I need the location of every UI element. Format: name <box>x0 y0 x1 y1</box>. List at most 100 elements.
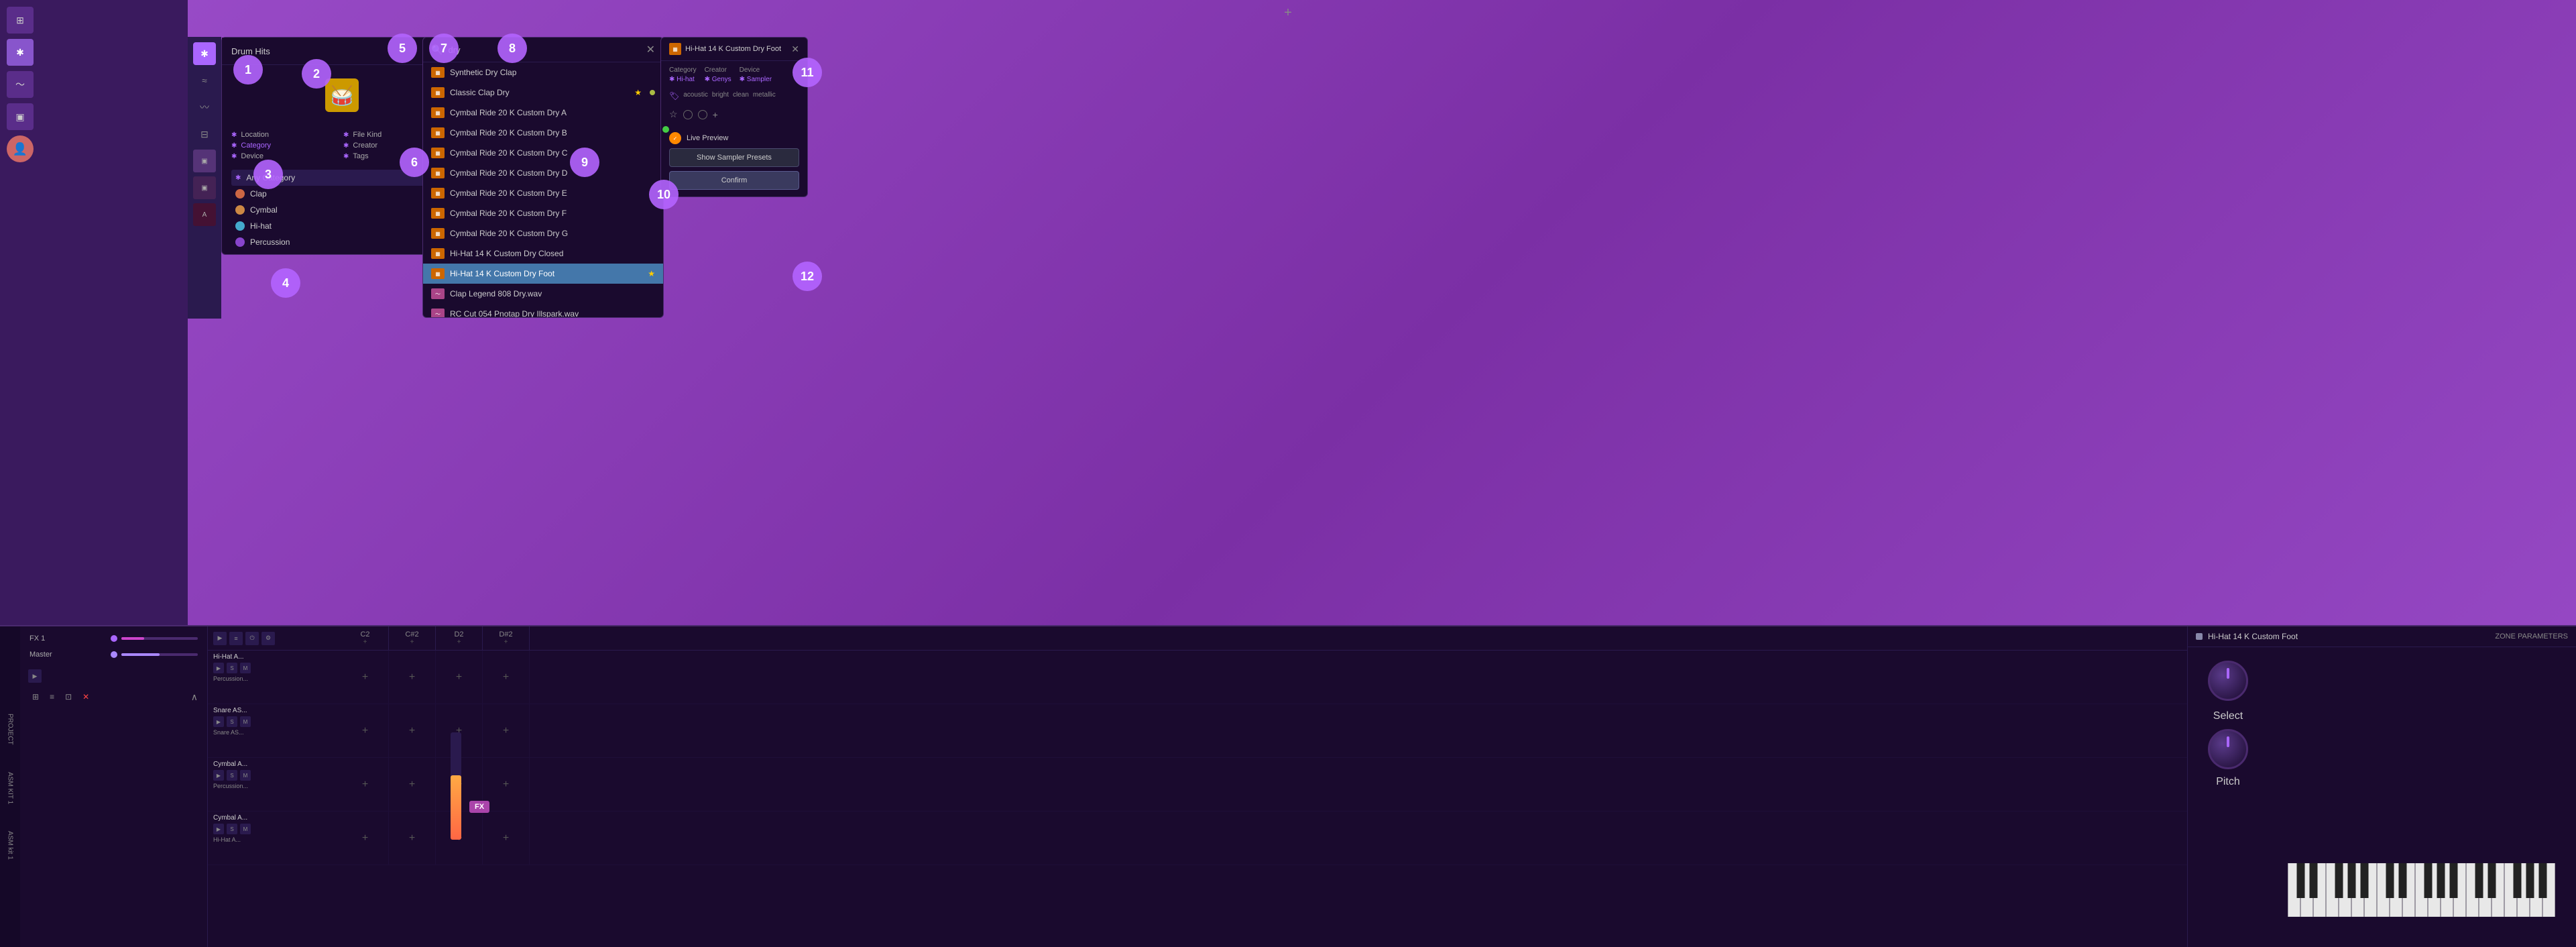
result-item-9[interactable]: ▦ Hi-Hat 14 K Custom Dry Closed <box>423 243 663 264</box>
track-controls-1: ▶ S M <box>213 663 337 673</box>
header-power-btn[interactable]: ⏻ <box>245 632 259 645</box>
detail-panel: ▦ Hi-Hat 14 K Custom Dry Foot ✕ Category… <box>660 37 808 197</box>
track-label-header: ▶ ≡ ⏻ ⚙ <box>208 626 342 650</box>
result-item-4[interactable]: ▦ Cymbal Ride 20 K Custom Dry C <box>423 143 663 163</box>
track-play-4[interactable]: ▶ <box>213 824 224 834</box>
category-hihat[interactable]: Hi-hat 26 <box>231 218 453 234</box>
result-item-1[interactable]: ▦ Classic Clap Dry ★ <box>423 82 663 103</box>
track-s-3[interactable]: S <box>227 770 237 781</box>
user-avatar[interactable]: 👤 <box>7 135 34 162</box>
note-add-c2[interactable]: + <box>363 638 367 646</box>
playback-controls: ▶ <box>25 667 202 685</box>
cymbal-color-dot <box>235 205 245 215</box>
sidebar-thumbnail-3[interactable]: A <box>193 203 216 226</box>
filter-location[interactable]: ✱ Location <box>231 131 341 139</box>
sidebar-star-icon[interactable]: ✱ <box>7 39 34 66</box>
sidebar-mixer-icon[interactable]: ⊟ <box>193 123 216 146</box>
note-add-ds2[interactable]: + <box>504 638 508 646</box>
pitch-knob[interactable] <box>2208 729 2248 769</box>
result-icon-11: 〜 <box>431 288 445 299</box>
sidebar-thumbnail-1[interactable]: ▣ <box>193 150 216 172</box>
track-1-cell-0[interactable]: + <box>342 651 389 704</box>
rating-star-button[interactable]: ☆ <box>669 109 678 120</box>
track-m-4[interactable]: M <box>240 824 251 834</box>
show-sampler-presets-button[interactable]: Show Sampler Presets <box>669 148 799 167</box>
sidebar-thumbnail-2[interactable]: ▣ <box>193 176 216 199</box>
track-3-cell-0[interactable]: + <box>342 758 389 811</box>
track-2-cell-0[interactable]: + <box>342 704 389 757</box>
callout-4: 4 <box>271 268 300 298</box>
filter-device[interactable]: ✱ Device <box>231 152 341 160</box>
note-add-cs2[interactable]: + <box>410 638 414 646</box>
detail-close-button[interactable]: ✕ <box>791 44 799 55</box>
sidebar-filter-icon[interactable]: ≈ <box>193 69 216 92</box>
track-s-4[interactable]: S <box>227 824 237 834</box>
toolbar-edit-btn[interactable]: ⊡ <box>62 691 74 703</box>
search-input[interactable] <box>448 45 640 55</box>
track-3-cells: + + + + <box>342 758 2187 811</box>
track-play-3[interactable]: ▶ <box>213 770 224 781</box>
toolbar-list-btn[interactable]: ≡ <box>47 691 57 703</box>
track-2-cell-1[interactable]: + <box>389 704 436 757</box>
result-item-5[interactable]: ▦ Cymbal Ride 20 K Custom Dry D <box>423 163 663 183</box>
add-track-button[interactable]: + <box>1284 5 1292 21</box>
track-1-cell-2[interactable]: + <box>436 651 483 704</box>
track-4-cell-0[interactable]: + <box>342 812 389 865</box>
result-item-3[interactable]: ▦ Cymbal Ride 20 K Custom Dry B <box>423 123 663 143</box>
result-item-0[interactable]: ▦ Synthetic Dry Clap <box>423 62 663 82</box>
note-col-c2: C2 + <box>342 626 389 650</box>
piano-roll[interactable] <box>2268 647 2576 947</box>
rating-add-button[interactable]: + <box>713 109 718 120</box>
sidebar-wave-icon[interactable]: 〜 <box>7 71 34 98</box>
note-col-ds2: D#2 + <box>483 626 530 650</box>
track-m-2[interactable]: M <box>240 716 251 727</box>
rating-circle-1[interactable] <box>683 110 693 119</box>
filter-category[interactable]: ✱ Category <box>231 142 341 150</box>
callout-3: 3 <box>253 160 283 189</box>
track-4-cell-3[interactable]: + <box>483 812 530 865</box>
track-1-cell-1[interactable]: + <box>389 651 436 704</box>
confirm-button[interactable]: Confirm <box>669 171 799 190</box>
sidebar-user-icon[interactable]: ▣ <box>7 103 34 130</box>
header-icon-1[interactable]: ▶ <box>213 632 227 645</box>
play-btn[interactable]: ▶ <box>28 669 42 683</box>
track-play-1[interactable]: ▶ <box>213 663 224 673</box>
sidebar-grid-icon[interactable]: ⊞ <box>7 7 34 34</box>
result-icon-1: ▦ <box>431 87 445 98</box>
search-close-button[interactable]: ✕ <box>646 43 655 56</box>
fx-badge[interactable]: FX <box>469 801 489 813</box>
toolbar-power-btn[interactable]: ⊞ <box>30 691 42 703</box>
toolbar-delete-btn[interactable]: ✕ <box>80 691 92 703</box>
result-item-10[interactable]: ▦ Hi-Hat 14 K Custom Dry Foot ★ <box>423 264 663 284</box>
track-s-2[interactable]: S <box>227 716 237 727</box>
track-4-cell-1[interactable]: + <box>389 812 436 865</box>
result-item-7[interactable]: ▦ Cymbal Ride 20 K Custom Dry F <box>423 203 663 223</box>
result-icon-6: ▦ <box>431 188 445 199</box>
track-m-1[interactable]: M <box>240 663 251 673</box>
rating-circle-2[interactable] <box>698 110 707 119</box>
result-item-12[interactable]: 〜 RC Cut 054 Pnotap Dry Illspark.wav <box>423 304 663 317</box>
result-item-6[interactable]: ▦ Cymbal Ride 20 K Custom Dry E <box>423 183 663 203</box>
category-percussion[interactable]: Percussion 1 <box>231 234 453 250</box>
track-play-2[interactable]: ▶ <box>213 716 224 727</box>
track-2-cell-3[interactable]: + <box>483 704 530 757</box>
callout-10: 10 <box>649 180 679 209</box>
note-add-d2[interactable]: + <box>457 638 461 646</box>
result-item-8[interactable]: ▦ Cymbal Ride 20 K Custom Dry G <box>423 223 663 243</box>
track-controls-4: ▶ S M <box>213 824 337 834</box>
track-1-cell-3[interactable]: + <box>483 651 530 704</box>
sidebar-browse-icon[interactable]: ✱ <box>193 42 216 65</box>
result-item-2[interactable]: ▦ Cymbal Ride 20 K Custom Dry A <box>423 103 663 123</box>
detail-actions: ✓ Live Preview Show Sampler Presets Conf… <box>661 125 807 197</box>
category-cymbal[interactable]: Cymbal 35 <box>231 202 453 218</box>
track-3-cell-1[interactable]: + <box>389 758 436 811</box>
select-knob[interactable] <box>2208 661 2248 701</box>
result-item-11[interactable]: 〜 Clap Legend 808 Dry.wav <box>423 284 663 304</box>
track-m-3[interactable]: M <box>240 770 251 781</box>
header-icon-2[interactable]: ≡ <box>229 632 243 645</box>
expand-button[interactable]: ∧ <box>191 691 198 703</box>
header-settings-btn[interactable]: ⚙ <box>261 632 275 645</box>
sidebar-automation-icon[interactable]: 〰 <box>193 96 216 119</box>
track-3-cell-3[interactable]: + <box>483 758 530 811</box>
track-s-1[interactable]: S <box>227 663 237 673</box>
